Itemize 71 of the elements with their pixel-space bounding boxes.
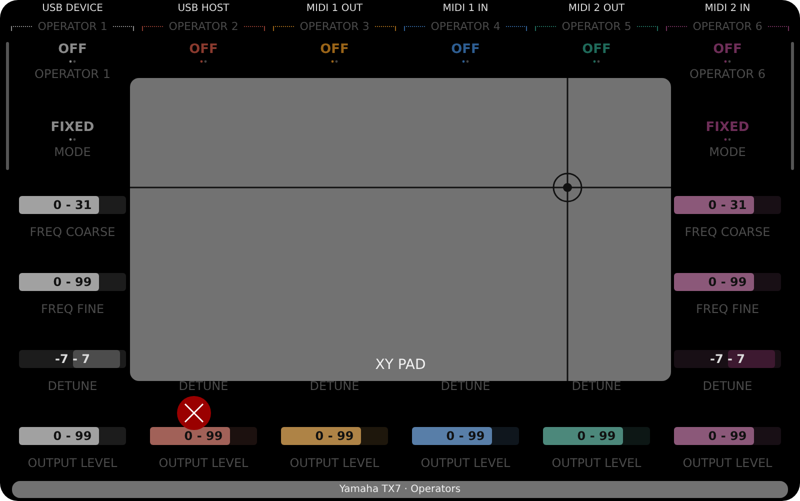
- dots-icon: [462, 60, 469, 63]
- value-slider[interactable]: 0 - 99: [543, 427, 650, 445]
- dots-icon: [331, 60, 338, 63]
- dots-icon: [68, 138, 76, 141]
- power-toggle[interactable]: OFF: [713, 42, 742, 58]
- group-label: OPERATOR 5: [562, 20, 632, 32]
- operator-label: OPERATOR 6: [690, 66, 766, 82]
- parameter-label: OUTPUT LEVEL: [420, 455, 510, 471]
- group-label: OPERATOR 2: [168, 20, 238, 32]
- value-slider[interactable]: 0 - 31: [674, 196, 781, 214]
- bracket-line: [768, 26, 790, 31]
- operator-label: OPERATOR 1: [34, 66, 110, 82]
- dots-icon: [593, 60, 600, 63]
- bracket-line: [637, 26, 658, 31]
- mode-label: MODE: [54, 144, 91, 160]
- mode-label: MODE: [709, 144, 746, 160]
- xy-pad[interactable]: XY PAD: [130, 78, 671, 381]
- parameter-label: OUTPUT LEVEL: [552, 455, 642, 471]
- parameter-label: FREQ COARSE: [30, 224, 116, 240]
- parameter-label: DETUNE: [440, 378, 490, 394]
- mode-toggle[interactable]: FIXED: [706, 120, 750, 136]
- parameter-label: OUTPUT LEVEL: [28, 455, 118, 471]
- parameter-label: FREQ COARSE: [684, 224, 770, 240]
- power-toggle[interactable]: OFF: [58, 42, 87, 58]
- power-toggle[interactable]: OFF: [582, 42, 611, 58]
- status-title: Yamaha TX7 · Operators: [339, 484, 461, 495]
- parameter-label: DETUNE: [702, 378, 752, 394]
- bracket-line: [506, 26, 528, 31]
- column-heading: MIDI 2 IN: [704, 2, 750, 16]
- group-label: OPERATOR 6: [692, 20, 762, 32]
- parameter-label: OUTPUT LEVEL: [158, 455, 248, 471]
- parameter-label: FREQ FINE: [696, 301, 760, 317]
- parameter-label: DETUNE: [310, 378, 360, 394]
- value-slider[interactable]: -7 - 7: [19, 350, 126, 368]
- dots-icon: [724, 60, 731, 63]
- value-slider[interactable]: 0 - 99: [150, 427, 257, 445]
- parameter-label: OUTPUT LEVEL: [290, 455, 380, 471]
- bracket-line: [113, 26, 134, 31]
- value-slider[interactable]: 0 - 99: [674, 273, 781, 291]
- column-heading: MIDI 1 OUT: [306, 2, 363, 16]
- column-heading: MIDI 2 OUT: [568, 2, 625, 16]
- bracket-line: [244, 26, 266, 31]
- column-heading: MIDI 1 IN: [442, 2, 488, 16]
- value-slider[interactable]: 0 - 99: [19, 273, 126, 291]
- dots-icon: [200, 60, 207, 63]
- bracket-line: [375, 26, 396, 31]
- dots-icon: [69, 60, 76, 63]
- close-icon: [183, 402, 205, 424]
- value-slider[interactable]: -7 - 7: [674, 350, 781, 368]
- value-slider[interactable]: 0 - 99: [674, 427, 781, 445]
- parameter-label: DETUNE: [178, 378, 228, 394]
- column-heading: USB DEVICE: [42, 2, 103, 16]
- value-slider[interactable]: 0 - 99: [281, 427, 388, 445]
- parameter-label: FREQ FINE: [40, 301, 104, 317]
- parameter-label: OUTPUT LEVEL: [682, 455, 772, 471]
- group-label: OPERATOR 3: [300, 20, 370, 32]
- power-toggle[interactable]: OFF: [189, 42, 218, 58]
- value-slider[interactable]: 0 - 99: [412, 427, 519, 445]
- power-toggle[interactable]: OFF: [451, 42, 480, 58]
- parameter-label: DETUNE: [572, 378, 622, 394]
- close-button[interactable]: [177, 396, 211, 430]
- column-heading: USB HOST: [178, 2, 230, 16]
- power-toggle[interactable]: OFF: [320, 42, 349, 58]
- group-label: OPERATOR 4: [430, 20, 500, 32]
- parameter-label: DETUNE: [48, 378, 98, 394]
- dots-icon: [724, 138, 731, 141]
- mode-toggle[interactable]: FIXED: [50, 120, 94, 136]
- group-label: OPERATOR 1: [38, 20, 108, 32]
- pad-label: XY PAD: [374, 357, 427, 373]
- value-slider[interactable]: 0 - 31: [19, 196, 126, 214]
- value-slider[interactable]: 0 - 99: [19, 427, 126, 445]
